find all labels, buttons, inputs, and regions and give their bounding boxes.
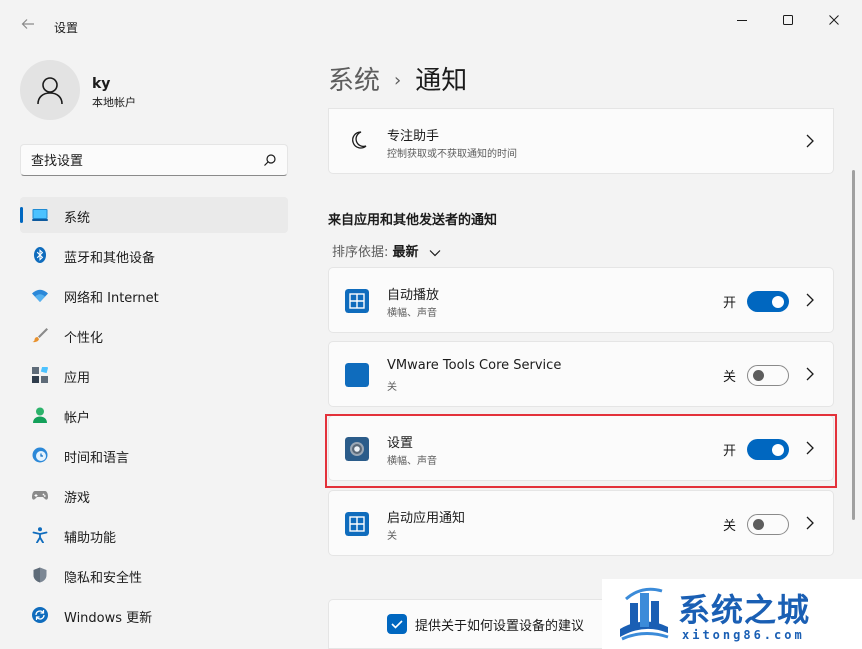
startup-apps-icon	[345, 512, 369, 536]
sidebar-item-label: 网络和 Internet	[64, 291, 159, 306]
toggle-state-label: 关	[723, 519, 737, 534]
chevron-right-icon	[806, 134, 814, 148]
sidebar-item-label: 帐户	[64, 411, 91, 426]
moon-icon	[352, 131, 367, 149]
sidebar-item-label: 个性化	[64, 331, 104, 346]
sidebar-item-privacy[interactable]: 隐私和安全性	[20, 557, 288, 593]
app-notification-summary: 关	[387, 531, 397, 542]
sort-dropdown[interactable]: 排序依据: 最新	[332, 241, 441, 260]
accessibility-icon	[32, 527, 48, 543]
toggle-state-label: 开	[723, 296, 737, 311]
minimize-icon	[737, 20, 747, 21]
app-name: VMware Tools Core Service	[387, 358, 562, 373]
settings-window: 设置 ky 本地帐户 系统 蓝牙和其他设备	[0, 0, 862, 649]
sidebar-item-accessibility[interactable]: 辅助功能	[20, 517, 288, 553]
avatar	[20, 60, 80, 120]
breadcrumb: 系统 › 通知	[328, 60, 467, 97]
sidebar-item-windows-update[interactable]: Windows 更新	[20, 597, 288, 633]
minimize-button[interactable]	[720, 8, 764, 32]
breadcrumb-separator: ›	[394, 70, 402, 91]
account-icon	[33, 407, 47, 423]
focus-assist-title: 专注助手	[387, 129, 440, 144]
page-title: 通知	[415, 66, 468, 96]
close-button[interactable]	[812, 8, 856, 32]
watermark-logo-icon	[620, 587, 669, 641]
shield-icon	[33, 567, 47, 583]
close-icon	[829, 15, 839, 25]
apps-icon	[32, 367, 48, 383]
bluetooth-icon	[34, 247, 46, 263]
suggestion-checkbox[interactable]	[387, 614, 407, 634]
sidebar-item-label: 辅助功能	[64, 531, 117, 546]
search-box[interactable]	[20, 144, 288, 176]
toggle-knob	[753, 519, 764, 530]
sidebar-item-label: 时间和语言	[64, 451, 130, 466]
highlight-annotation	[325, 414, 837, 488]
time-language-icon	[32, 447, 48, 463]
section-title: 来自应用和其他发送者的通知	[328, 213, 498, 228]
vmware-icon	[345, 363, 369, 387]
autoplay-icon	[345, 289, 369, 313]
brush-icon	[32, 328, 48, 343]
chevron-down-icon	[429, 249, 441, 256]
watermark-brand: 系统之城	[678, 591, 811, 629]
toggle-knob	[753, 370, 764, 381]
system-icon	[32, 209, 48, 221]
app-notification-row[interactable]: VMware Tools Core Service 关 关	[328, 341, 834, 407]
watermark: 系统之城 xitong86.com	[602, 579, 862, 649]
title-bar: 设置	[0, 0, 862, 40]
app-name: 自动播放	[387, 288, 440, 303]
user-icon	[37, 77, 63, 105]
app-notification-row[interactable]: 启动应用通知 关 关	[328, 490, 834, 556]
checkmark-icon	[391, 620, 403, 629]
maximize-button[interactable]	[766, 8, 810, 32]
search-input[interactable]	[31, 151, 251, 171]
user-name: ky	[92, 76, 111, 92]
sidebar-item-label: 蓝牙和其他设备	[64, 251, 156, 266]
sidebar-item-label: 系统	[64, 211, 91, 226]
focus-assist-card[interactable]: 专注助手 控制获取或不获取通知的时间	[328, 108, 834, 174]
sidebar-item-label: 应用	[64, 371, 91, 386]
search-icon[interactable]	[263, 153, 277, 167]
focus-assist-subtitle: 控制获取或不获取通知的时间	[387, 149, 517, 160]
back-button[interactable]	[14, 12, 42, 40]
chevron-right-icon[interactable]	[805, 515, 815, 531]
app-notification-row[interactable]: 自动播放 横幅、声音 开	[328, 267, 834, 333]
sidebar-nav: 系统 蓝牙和其他设备 网络和 Internet 个性化 应用 帐户 时间和语言	[20, 197, 288, 637]
chevron-right-icon[interactable]	[805, 292, 815, 308]
app-notification-summary: 横幅、声音	[387, 308, 437, 319]
sidebar-item-bluetooth[interactable]: 蓝牙和其他设备	[20, 237, 288, 273]
maximize-icon	[783, 15, 793, 25]
sidebar-item-label: Windows 更新	[64, 611, 153, 626]
back-arrow-icon	[21, 19, 34, 29]
network-icon	[32, 289, 48, 302]
sidebar-item-label: 隐私和安全性	[64, 571, 143, 586]
app-name: 启动应用通知	[387, 511, 466, 526]
toggle-knob	[772, 296, 784, 308]
account-type: 本地帐户	[92, 96, 136, 109]
sort-label: 排序依据:	[332, 245, 389, 260]
sidebar-item-apps[interactable]: 应用	[20, 357, 288, 393]
sidebar-item-network[interactable]: 网络和 Internet	[20, 277, 288, 313]
suggestion-label: 提供关于如何设置设备的建议	[415, 619, 585, 634]
app-notification-summary: 关	[387, 382, 397, 393]
app-title: 设置	[54, 21, 79, 35]
sidebar-item-system[interactable]: 系统	[20, 197, 288, 233]
sidebar-item-time-language[interactable]: 时间和语言	[20, 437, 288, 473]
watermark-url: xitong86.com	[682, 628, 805, 642]
sidebar-item-gaming[interactable]: 游戏	[20, 477, 288, 513]
sidebar-item-accounts[interactable]: 帐户	[20, 397, 288, 433]
breadcrumb-parent[interactable]: 系统	[328, 66, 380, 96]
chevron-right-icon[interactable]	[805, 366, 815, 382]
toggle-state-label: 关	[723, 370, 737, 385]
gaming-icon	[32, 491, 48, 500]
notification-toggle[interactable]	[747, 514, 789, 535]
sort-value: 最新	[392, 245, 419, 260]
notification-toggle[interactable]	[747, 291, 789, 312]
scrollbar[interactable]	[852, 170, 855, 520]
sidebar-item-label: 游戏	[64, 491, 91, 506]
windows-update-icon	[32, 607, 48, 623]
notification-toggle[interactable]	[747, 365, 789, 386]
sidebar-item-personalization[interactable]: 个性化	[20, 317, 288, 353]
